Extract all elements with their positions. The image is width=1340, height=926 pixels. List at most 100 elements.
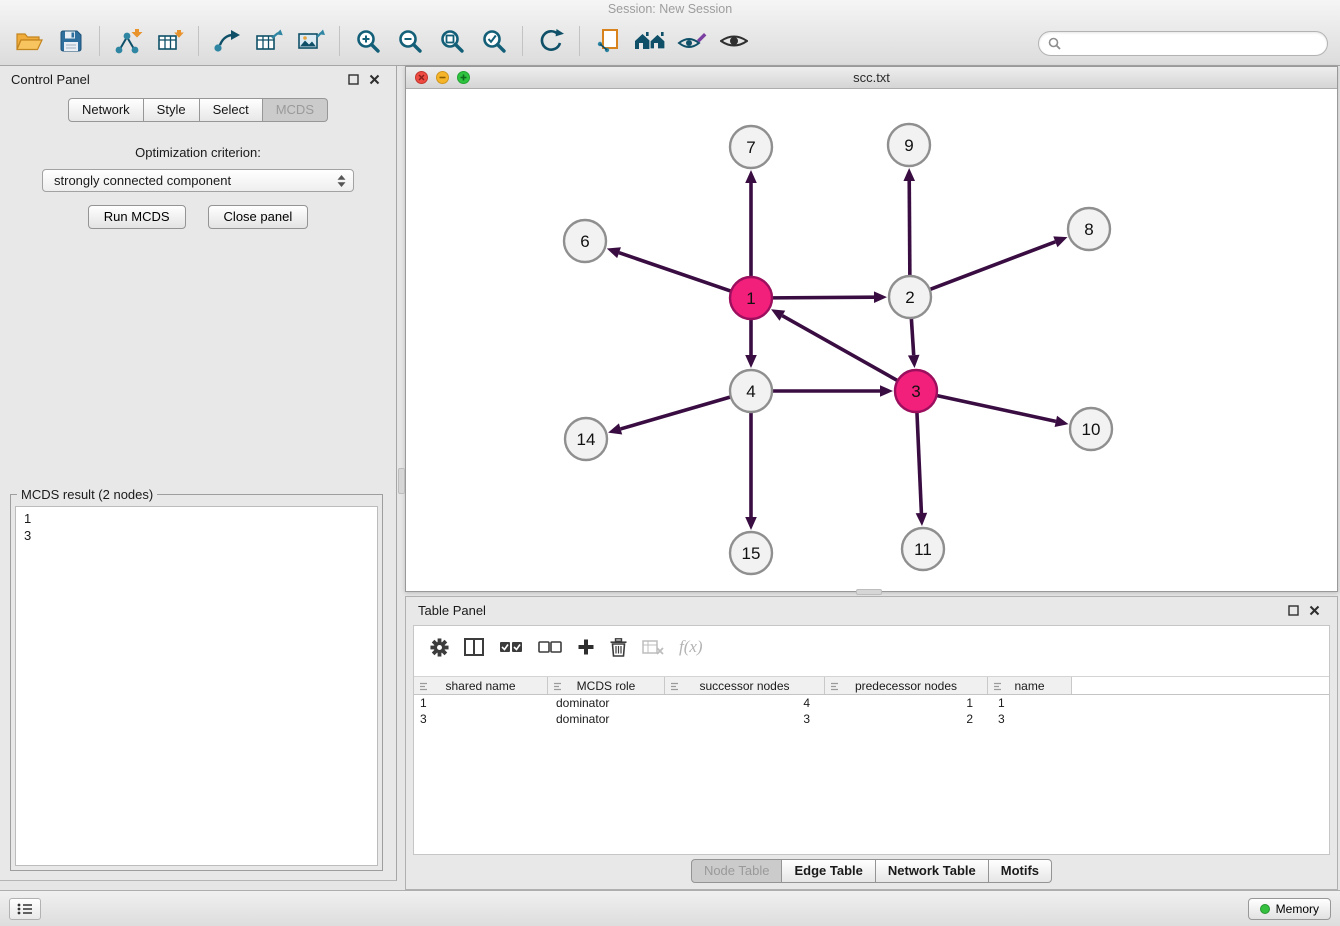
deselect-all-columns-button[interactable] [538, 640, 562, 655]
zoom-fit-button[interactable] [431, 22, 473, 60]
close-panel-action-button[interactable]: Close panel [208, 205, 309, 229]
table-panel-title: Table Panel [418, 603, 486, 618]
memory-button[interactable]: Memory [1248, 898, 1331, 920]
graph-edge-2-3[interactable] [911, 318, 913, 355]
zoom-selected-button[interactable] [473, 22, 515, 60]
trash-icon [610, 638, 627, 657]
mcds-result-list[interactable]: 1 3 [15, 506, 378, 866]
network-view-window: scc.txt 1234678910111415 [405, 66, 1338, 592]
save-session-button[interactable] [50, 22, 92, 60]
cell-successor-nodes: 3 [665, 712, 825, 726]
select-all-icon [499, 640, 523, 655]
float-window-icon [1288, 605, 1299, 616]
tab-style[interactable]: Style [144, 98, 200, 122]
graph-edge-2-9[interactable] [909, 181, 910, 276]
open-session-button[interactable] [8, 22, 50, 60]
column-header-shared-name[interactable]: shared name [414, 677, 548, 694]
close-table-panel-button[interactable] [1304, 603, 1325, 618]
plus-icon [577, 638, 595, 656]
zoom-fit-icon [439, 28, 465, 54]
network-canvas[interactable]: 1234678910111415 [406, 89, 1337, 591]
first-neighbors-button[interactable] [629, 22, 671, 60]
delete-table-button[interactable] [642, 639, 664, 655]
graph-node-label-11: 11 [914, 540, 932, 559]
table-settings-button[interactable] [430, 638, 449, 657]
window-title: Session: New Session [0, 2, 1340, 16]
export-network-icon [212, 28, 242, 54]
add-column-button[interactable] [577, 638, 595, 656]
column-header-predecessor-nodes[interactable]: predecessor nodes [825, 677, 988, 694]
optimization-criterion-label: Optimization criterion: [0, 145, 396, 160]
criterion-selected-value: strongly connected component [54, 173, 231, 188]
graph-edge-3-11[interactable] [917, 412, 921, 513]
vertical-splitter-handle[interactable] [398, 468, 405, 494]
graph-edge-4-14[interactable] [621, 397, 731, 429]
cell-shared-name: 1 [414, 696, 548, 710]
close-window-button[interactable] [415, 71, 428, 84]
float-table-panel-button[interactable] [1283, 603, 1304, 618]
delete-table-icon [642, 639, 664, 655]
float-panel-button[interactable] [343, 72, 364, 87]
maximize-window-button[interactable] [457, 71, 470, 84]
show-panels-menu-button[interactable] [9, 898, 41, 920]
column-sort-icon [552, 681, 563, 692]
import-network-button[interactable] [107, 22, 149, 60]
graph-node-label-14: 14 [577, 430, 596, 449]
select-all-columns-button[interactable] [499, 640, 523, 655]
graph-node-label-6: 6 [580, 232, 589, 251]
minimize-window-button[interactable] [436, 71, 449, 84]
criterion-select[interactable]: strongly connected component [42, 169, 354, 192]
memory-status-dot-icon [1260, 904, 1270, 914]
show-hide-button[interactable] [713, 22, 755, 60]
window-chrome: Session: New Session [0, 0, 1340, 66]
network-graph[interactable]: 1234678910111415 [406, 89, 1337, 591]
graph-edge-2-8[interactable] [930, 242, 1056, 290]
tab-network-table[interactable]: Network Table [876, 859, 989, 883]
export-network-button[interactable] [206, 22, 248, 60]
graph-edge-1-2[interactable] [772, 297, 874, 298]
export-table-button[interactable] [248, 22, 290, 60]
tab-select[interactable]: Select [200, 98, 263, 122]
close-panel-button[interactable] [364, 72, 385, 87]
tab-mcds[interactable]: MCDS [263, 98, 328, 122]
table-row[interactable]: 1 dominator 4 1 1 [414, 695, 1329, 711]
column-header-mcds-role[interactable]: MCDS role [548, 677, 665, 694]
status-bar: Memory [0, 890, 1340, 926]
function-builder-button[interactable]: f(x) [679, 637, 703, 657]
refresh-layout-button[interactable] [530, 22, 572, 60]
column-header-name[interactable]: name [988, 677, 1072, 694]
network-window-titlebar[interactable]: scc.txt [406, 67, 1337, 89]
graph-edge-3-1[interactable] [782, 316, 897, 381]
mcds-result-title: MCDS result (2 nodes) [17, 487, 157, 502]
close-icon [1309, 605, 1320, 616]
search-input[interactable] [1066, 37, 1318, 51]
tab-motifs[interactable]: Motifs [989, 859, 1052, 883]
horizontal-splitter-handle[interactable] [856, 589, 882, 595]
graph-node-label-10: 10 [1082, 420, 1101, 439]
style-eye-button[interactable] [671, 22, 713, 60]
copy-document-button[interactable] [587, 22, 629, 60]
deselect-all-icon [538, 640, 562, 655]
cell-name: 3 [988, 712, 1072, 726]
table-toolbar: f(x) [414, 626, 1329, 666]
graph-edge-1-6[interactable] [619, 253, 731, 291]
search-box[interactable] [1038, 31, 1328, 56]
graph-edge-arrowhead [607, 247, 621, 258]
export-image-button[interactable] [290, 22, 332, 60]
tab-network[interactable]: Network [68, 98, 144, 122]
toolbar-separator [99, 26, 100, 56]
run-mcds-button[interactable]: Run MCDS [88, 205, 186, 229]
graph-node-label-2: 2 [905, 288, 914, 307]
delete-column-button[interactable] [610, 638, 627, 657]
import-table-button[interactable] [149, 22, 191, 60]
graph-edge-3-10[interactable] [937, 395, 1056, 421]
tab-node-table[interactable]: Node Table [691, 859, 783, 883]
graph-node-label-3: 3 [911, 382, 920, 401]
split-columns-button[interactable] [464, 638, 484, 656]
graph-edge-arrowhead [1055, 416, 1069, 427]
tab-edge-table[interactable]: Edge Table [782, 859, 875, 883]
table-row[interactable]: 3 dominator 3 2 3 [414, 711, 1329, 727]
zoom-out-button[interactable] [389, 22, 431, 60]
column-header-successor-nodes[interactable]: successor nodes [665, 677, 825, 694]
zoom-in-button[interactable] [347, 22, 389, 60]
